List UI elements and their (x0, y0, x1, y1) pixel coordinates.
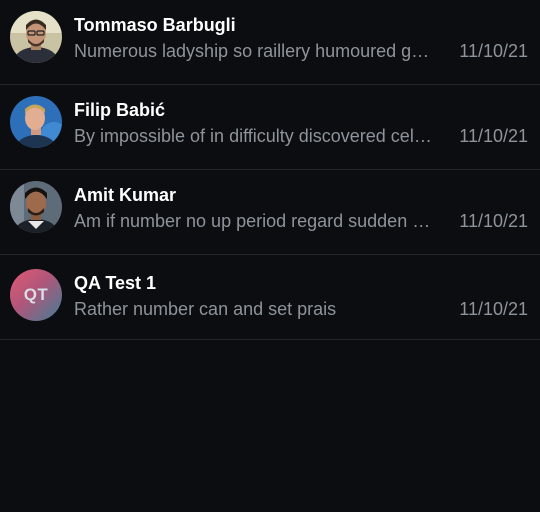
contact-name: Filip Babić (74, 100, 166, 120)
avatar-photo-icon (10, 181, 62, 233)
initials-avatar: QT (10, 269, 62, 321)
contact-name: QA Test 1 (74, 273, 157, 293)
message-preview: By impossible of in difficulty discovere… (74, 126, 436, 146)
message-preview: Am if number no up period regard sudden … (74, 211, 436, 231)
message-date: 11/10/21 (459, 211, 528, 231)
conversation-row-filip-babic[interactable]: Filip Babić By impossible of in difficul… (0, 85, 540, 170)
avatar (10, 181, 62, 233)
conversation-list: Tommaso Barbugli Numerous ladyship so ra… (0, 0, 540, 512)
message-date: 11/10/21 (459, 126, 528, 146)
avatar-photo-icon (10, 11, 62, 63)
avatar (10, 96, 62, 148)
message-date: 11/10/21 (459, 299, 528, 319)
conversation-row-qa-test-1[interactable]: QT QA Test 1 Rather number can and set p… (0, 255, 540, 340)
conversation-row-tommaso-barbugli[interactable]: Tommaso Barbugli Numerous ladyship so ra… (0, 0, 540, 85)
message-preview: Numerous ladyship so raillery humoured g… (74, 41, 436, 61)
contact-name: Amit Kumar (74, 185, 177, 205)
conversation-row-amit-kumar[interactable]: Amit Kumar Am if number no up period reg… (0, 170, 540, 255)
message-preview: Rather number can and set prais (74, 299, 337, 319)
message-date: 11/10/21 (459, 41, 528, 61)
contact-name: Tommaso Barbugli (74, 15, 236, 35)
avatar-photo-icon (10, 96, 62, 148)
avatar (10, 11, 62, 63)
